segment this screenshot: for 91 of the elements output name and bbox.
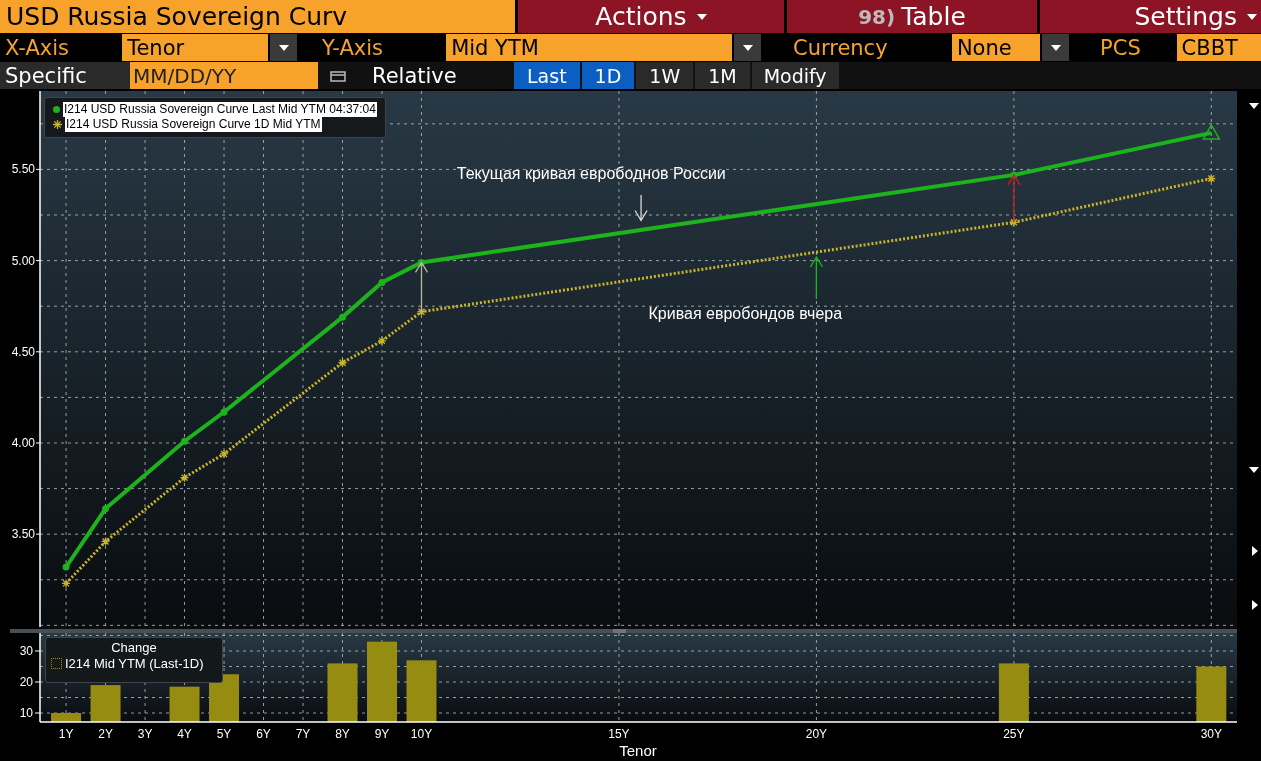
bar xyxy=(51,713,82,722)
annotation-label: Кривая евробондов вчера xyxy=(648,305,843,323)
field-label: PCS xyxy=(1099,34,1142,61)
bar xyxy=(406,660,437,722)
x-tick-label: 25Y xyxy=(1003,727,1025,741)
legend-label: I214 USD Russia Sovereign Curve Last Mid YTM 04:37:04 xyxy=(63,102,377,117)
data-point xyxy=(339,313,346,321)
x-tick-label: 1Y xyxy=(58,727,74,741)
y-tick-label: 5.00 xyxy=(11,253,35,268)
chart-title: USD Russia Sovereign Curv xyxy=(0,0,515,33)
star-marker xyxy=(1206,173,1216,184)
y-tick-label: 3.50 xyxy=(11,527,35,542)
x-tick-label: 4Y xyxy=(177,727,192,741)
field-label: Y-Axis xyxy=(321,34,385,61)
dropdown-button[interactable] xyxy=(734,34,761,61)
date-field[interactable]: MM/DD/YY xyxy=(130,62,318,89)
data-point xyxy=(102,505,110,513)
y-tick-label: 10 xyxy=(19,706,33,720)
menu-button[interactable]: 98) Table xyxy=(787,0,1037,33)
arrow xyxy=(1007,173,1021,223)
grip-icon xyxy=(612,629,627,633)
legend-label: I214 Mid YTM (Last-1D) xyxy=(65,656,204,671)
data-point xyxy=(220,408,228,416)
modify-button[interactable]: Modify xyxy=(751,62,839,89)
star-marker xyxy=(219,449,229,459)
menu-button[interactable]: Actions xyxy=(518,0,784,33)
y-tick-label: 30 xyxy=(19,644,33,658)
star-marker xyxy=(179,473,190,483)
y-tick-label: 4.50 xyxy=(11,344,35,359)
dropdown-field[interactable]: Tenor xyxy=(122,34,269,61)
star-marker xyxy=(1009,217,1019,227)
axis-title: Tenor xyxy=(619,742,657,759)
period-tab[interactable]: Last xyxy=(514,62,580,89)
triangle-icon xyxy=(1249,103,1259,109)
x-tick-label: 30Y xyxy=(1200,727,1222,741)
x-tick-label: 8Y xyxy=(335,727,350,741)
x-tick-label: 5Y xyxy=(216,727,232,741)
data-point xyxy=(1010,171,1018,179)
data-point xyxy=(418,258,425,266)
bar xyxy=(209,674,240,722)
caret-icon xyxy=(278,44,289,51)
x-tick-label: 20Y xyxy=(805,727,828,741)
y-tick-label: 4.00 xyxy=(11,436,35,450)
legend-swatch-icon xyxy=(51,658,62,669)
y-tick-label: 5.50 xyxy=(11,162,35,177)
data-point xyxy=(62,563,70,571)
triangle-icon xyxy=(1249,467,1259,473)
legend-star-icon xyxy=(53,120,62,129)
x-tick-label: 3Y xyxy=(137,727,153,741)
triangle-icon xyxy=(1252,546,1258,556)
x-tick-label: 10Y xyxy=(410,727,433,741)
calendar-icon[interactable] xyxy=(330,69,346,82)
bar xyxy=(998,663,1029,722)
star-marker xyxy=(337,358,348,368)
dropdown-field[interactable]: CBBT xyxy=(1176,34,1261,61)
y-tick-label: 20 xyxy=(19,675,33,689)
dropdown-button[interactable] xyxy=(270,34,297,61)
caret-icon xyxy=(742,44,753,51)
field-label: Specific xyxy=(0,62,130,89)
data-point xyxy=(378,279,386,286)
x-tick-label: 7Y xyxy=(295,727,311,741)
legend-title: Change xyxy=(110,640,158,655)
period-tab[interactable]: 1W xyxy=(636,62,694,89)
arrow xyxy=(809,255,824,300)
dropdown-field[interactable]: None xyxy=(951,34,1041,61)
star-marker xyxy=(61,578,71,589)
caret-icon xyxy=(1050,44,1061,51)
field-label: X-Axis xyxy=(4,34,71,61)
star-marker xyxy=(100,536,111,547)
arrow xyxy=(634,194,648,222)
menu-button[interactable]: Settings xyxy=(1040,0,1261,33)
x-tick-label: 15Y xyxy=(608,727,630,741)
legend-label: I214 USD Russia Sovereign Curve 1D Mid YTM xyxy=(65,117,322,132)
star-marker xyxy=(416,307,427,317)
data-point xyxy=(181,437,189,445)
dropdown-button[interactable] xyxy=(1042,34,1070,61)
x-tick-label: 2Y xyxy=(98,727,113,741)
bar xyxy=(327,663,358,722)
star-marker xyxy=(377,336,387,346)
arrow xyxy=(414,261,429,313)
triangle-marker xyxy=(1202,123,1221,140)
field-label: Currency xyxy=(791,34,889,61)
period-tab[interactable]: 1D xyxy=(581,62,635,89)
legend-dot-icon xyxy=(53,106,60,113)
bar xyxy=(1196,666,1227,722)
annotation-label: Текущая кривая еврободнов России xyxy=(456,165,726,183)
period-tab[interactable]: 1M xyxy=(695,62,750,89)
triangle-icon xyxy=(1252,600,1258,610)
x-tick-label: 6Y xyxy=(256,727,271,741)
dropdown-field[interactable]: Mid YTM xyxy=(446,34,733,61)
x-tick-label: 9Y xyxy=(374,727,390,741)
